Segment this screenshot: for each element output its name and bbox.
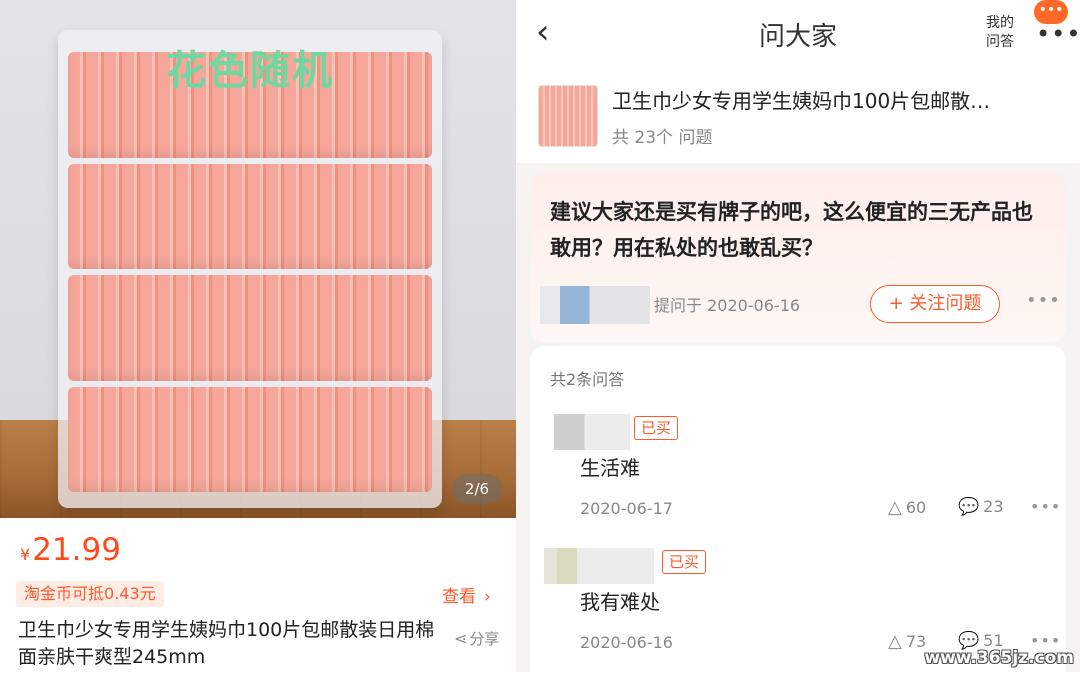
like-count: 60 (905, 498, 927, 517)
like-button[interactable]: △ 73 (888, 631, 926, 652)
image-counter: 2/6 (452, 474, 502, 504)
question-text: 建议大家还是买有牌子的吧，这么便宜的三无产品也敢用？用在私处的也敢乱买？ (550, 200, 1033, 260)
answerer-avatar (544, 548, 654, 584)
question-more-icon[interactable]: ••• (1026, 290, 1061, 311)
asked-date: 提问于 2020-06-16 (654, 296, 801, 315)
question-count: 共 23个 问题 (612, 128, 713, 148)
answers-card: 共2条问答 已买 生活难 2020-06-17 △ 60 💬 23 ••• 已买 我… (530, 346, 1066, 672)
my-questions-button[interactable]: 我的问答 (982, 14, 1018, 52)
share-icon: ⋖ (454, 629, 468, 648)
like-button[interactable]: △ 60 (888, 497, 926, 518)
more-icon[interactable]: ••• (1036, 20, 1080, 48)
thumb-up-icon: △ (888, 497, 902, 518)
answer-item[interactable]: 已买 生活难 2020-06-17 △ 60 💬 23 ••• (530, 412, 1066, 542)
answer-text: 我有难处 (580, 590, 660, 614)
answer-date: 2020-06-17 (580, 499, 673, 518)
nav-bar: ‹ 问大家 我的问答 ••• ••• (516, 0, 1080, 68)
product-photo[interactable]: 花色随机 2/6 (0, 0, 516, 518)
comment-count: 23 (983, 497, 1004, 516)
share-label: 分享 (469, 630, 500, 648)
watermark: www.365jz.com (924, 648, 1074, 668)
pad-row (68, 163, 432, 269)
product-detail-panel: 花色随机 2/6 ¥21.99 淘金币可抵0.43元 查看 › 卫生巾少女专用学生… (0, 0, 516, 672)
answerer-avatar (554, 414, 630, 450)
bought-badge: 已买 (662, 550, 707, 574)
product-pads (68, 52, 432, 492)
asker-avatar (540, 286, 650, 324)
price: ¥21.99 (20, 530, 121, 575)
product-title: 卫生巾少女专用学生姨妈巾100片包邮散装日用棉面亲肤干爽型245mm (18, 619, 435, 668)
coin-discount-badge: 淘金币可抵0.43元 (16, 581, 164, 607)
share-button[interactable]: ⋖ 分享 (454, 628, 499, 649)
product-summary-title: 卫生巾少女专用学生姨妈巾100片包邮散… (612, 89, 991, 113)
currency-symbol: ¥ (20, 545, 31, 564)
view-link[interactable]: 查看 › (442, 582, 491, 607)
view-label: 查看 (442, 587, 476, 607)
product-thumbnail (538, 85, 598, 147)
product-summary[interactable]: 卫生巾少女专用学生姨妈巾100片包邮散… 共 23个 问题 (516, 68, 1080, 163)
bought-badge: 已买 (634, 416, 679, 440)
ask-everyone-panel: ‹ 问大家 我的问答 ••• ••• 卫生巾少女专用学生姨妈巾100片包邮散… … (516, 0, 1080, 672)
price-value: 21.99 (32, 532, 121, 568)
pad-row (68, 386, 432, 492)
answer-text: 生活难 (580, 456, 640, 480)
question-card: 建议大家还是买有牌子的吧，这么便宜的三无产品也敢用？用在私处的也敢乱买？ 提问于… (530, 172, 1066, 342)
chevron-right-icon: › (484, 587, 491, 607)
follow-question-button[interactable]: + 关注问题 (870, 285, 1000, 323)
comment-icon: 💬 (958, 497, 980, 517)
photo-caption: 花色随机 (166, 48, 334, 94)
answer-date: 2020-06-16 (580, 633, 673, 652)
answer-count: 共2条问答 (550, 370, 625, 389)
thumb-up-icon: △ (888, 631, 902, 652)
comment-button[interactable]: 💬 23 (958, 497, 1004, 517)
pad-row (68, 275, 432, 381)
answer-more-icon[interactable]: ••• (1030, 497, 1061, 516)
